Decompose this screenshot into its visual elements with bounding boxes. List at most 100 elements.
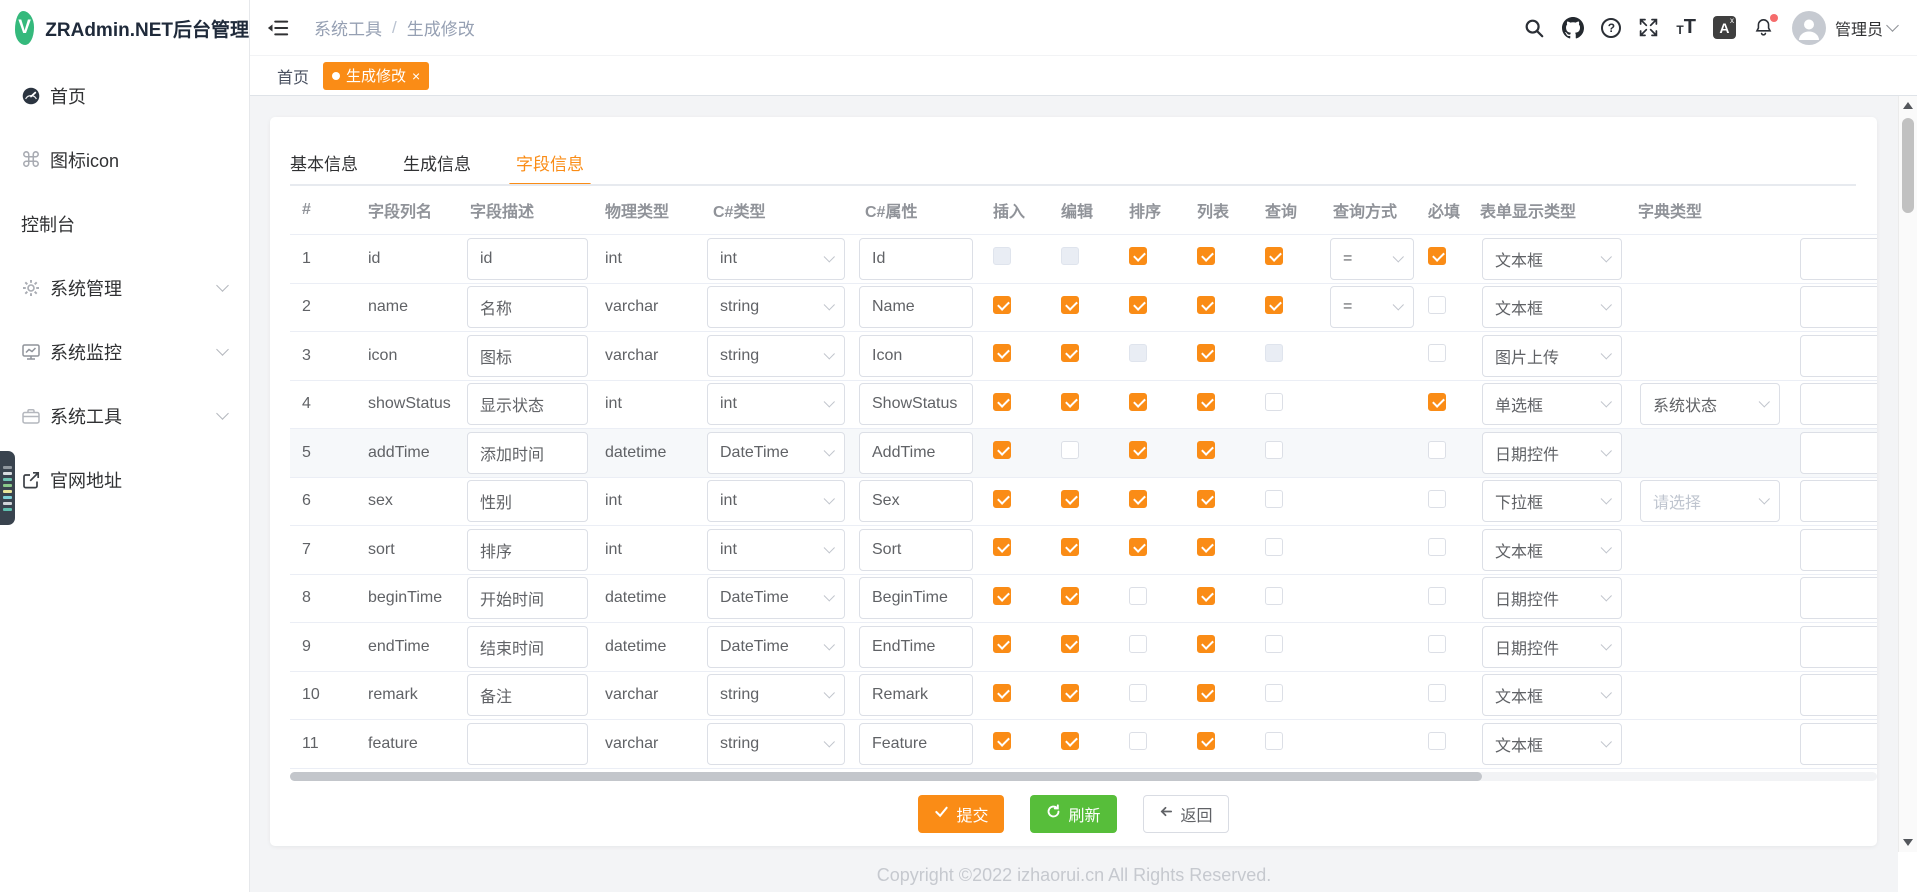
checkbox-required[interactable]: [1428, 587, 1446, 605]
checkbox-sort[interactable]: [1129, 538, 1147, 556]
csharp-type-select[interactable]: int: [707, 480, 845, 522]
checkbox-insert[interactable]: [993, 441, 1011, 459]
field-desc-input[interactable]: [467, 529, 588, 571]
csharp-type-select[interactable]: int: [707, 383, 845, 425]
csharp-prop-input[interactable]: [859, 383, 973, 425]
breadcrumb-item[interactable]: 系统工具: [314, 15, 382, 40]
checkbox-required[interactable]: [1428, 393, 1446, 411]
checkbox-edit[interactable]: [1061, 490, 1079, 508]
field-desc-input[interactable]: [467, 238, 588, 280]
sidebar-item-system-monitor[interactable]: 系统监控: [0, 320, 249, 384]
checkbox-edit[interactable]: [1061, 635, 1079, 653]
horizontal-scrollbar[interactable]: [290, 772, 1877, 781]
checkbox-insert[interactable]: [993, 635, 1011, 653]
checkbox-edit[interactable]: [1061, 538, 1079, 556]
checkbox-insert[interactable]: [993, 538, 1011, 556]
checkbox-insert[interactable]: [993, 393, 1011, 411]
csharp-prop-input[interactable]: [859, 432, 973, 474]
checkbox-insert[interactable]: [993, 490, 1011, 508]
checkbox-sort[interactable]: [1129, 296, 1147, 314]
tab-generate-info[interactable]: 生成信息: [403, 150, 471, 186]
display-type-select[interactable]: 文本框: [1482, 238, 1622, 280]
sidebar-item-console[interactable]: 控制台: [0, 192, 249, 256]
csharp-type-select[interactable]: DateTime: [707, 432, 845, 474]
refresh-button[interactable]: 刷新: [1030, 795, 1116, 833]
checkbox-insert[interactable]: [993, 684, 1011, 702]
checkbox-query[interactable]: [1265, 490, 1283, 508]
input-extra[interactable]: [1800, 529, 1877, 571]
checkbox-edit[interactable]: [1061, 732, 1079, 750]
checkbox-required[interactable]: [1428, 732, 1446, 750]
csharp-prop-input[interactable]: [859, 626, 973, 668]
dict-type-select[interactable]: 系统状态: [1640, 383, 1780, 425]
csharp-type-select[interactable]: string: [707, 286, 845, 328]
display-type-select[interactable]: 文本框: [1482, 286, 1622, 328]
checkbox-list[interactable]: [1197, 587, 1215, 605]
bell-icon[interactable]: [1753, 17, 1774, 38]
checkbox-required[interactable]: [1428, 538, 1446, 556]
display-type-select[interactable]: 单选框: [1482, 383, 1622, 425]
checkbox-list[interactable]: [1197, 538, 1215, 556]
csharp-prop-input[interactable]: [859, 723, 973, 765]
checkbox-sort[interactable]: [1129, 587, 1147, 605]
field-desc-input[interactable]: [467, 335, 588, 377]
input-extra[interactable]: [1800, 577, 1877, 619]
checkbox-query[interactable]: [1265, 296, 1283, 314]
field-desc-input[interactable]: [467, 480, 588, 522]
sidebar-fold-icon[interactable]: [267, 17, 289, 39]
field-desc-input[interactable]: [467, 674, 588, 716]
checkbox-query[interactable]: [1265, 587, 1283, 605]
checkbox-list[interactable]: [1197, 344, 1215, 362]
checkbox-query[interactable]: [1265, 441, 1283, 459]
submit-button[interactable]: 提交: [918, 795, 1004, 833]
field-desc-input[interactable]: [467, 286, 588, 328]
breadcrumb-item[interactable]: 生成修改: [407, 15, 475, 40]
display-type-select[interactable]: 下拉框: [1482, 480, 1622, 522]
checkbox-required[interactable]: [1428, 441, 1446, 459]
help-icon[interactable]: ?: [1601, 18, 1621, 38]
csharp-type-select[interactable]: int: [707, 529, 845, 571]
checkbox-list[interactable]: [1197, 247, 1215, 265]
checkbox-query[interactable]: [1265, 684, 1283, 702]
dict-type-select[interactable]: 请选择: [1640, 480, 1780, 522]
checkbox-edit[interactable]: [1061, 441, 1079, 459]
field-desc-input[interactable]: [467, 432, 588, 474]
tab-basic-info[interactable]: 基本信息: [290, 150, 358, 186]
vertical-scrollbar-thumb[interactable]: [1902, 118, 1914, 213]
checkbox-query[interactable]: [1265, 393, 1283, 411]
csharp-type-select[interactable]: int: [707, 238, 845, 280]
checkbox-required[interactable]: [1428, 635, 1446, 653]
font-size-icon[interactable]: TT: [1676, 19, 1696, 36]
translate-icon[interactable]: Ax: [1713, 16, 1736, 39]
input-extra[interactable]: [1800, 238, 1877, 280]
checkbox-insert[interactable]: [993, 587, 1011, 605]
checkbox-query[interactable]: [1265, 732, 1283, 750]
input-extra[interactable]: [1800, 432, 1877, 474]
field-desc-input[interactable]: [467, 723, 588, 765]
checkbox-list[interactable]: [1197, 732, 1215, 750]
avatar[interactable]: [1792, 11, 1826, 45]
tag-首页[interactable]: 首页: [277, 64, 309, 88]
checkbox-sort[interactable]: [1129, 635, 1147, 653]
csharp-prop-input[interactable]: [859, 238, 973, 280]
checkbox-edit[interactable]: [1061, 393, 1079, 411]
input-extra[interactable]: [1800, 480, 1877, 522]
checkbox-edit[interactable]: [1061, 587, 1079, 605]
vertical-scrollbar[interactable]: [1898, 96, 1917, 852]
checkbox-sort[interactable]: [1129, 684, 1147, 702]
checkbox-sort[interactable]: [1129, 393, 1147, 411]
checkbox-edit[interactable]: [1061, 684, 1079, 702]
checkbox-list[interactable]: [1197, 393, 1215, 411]
scroll-down-arrow-icon[interactable]: [1903, 839, 1913, 846]
csharp-type-select[interactable]: DateTime: [707, 577, 845, 619]
checkbox-sort[interactable]: [1129, 247, 1147, 265]
csharp-prop-input[interactable]: [859, 577, 973, 619]
sidebar-item-website[interactable]: 官网地址: [0, 448, 249, 512]
checkbox-list[interactable]: [1197, 490, 1215, 508]
input-extra[interactable]: [1800, 383, 1877, 425]
csharp-type-select[interactable]: string: [707, 674, 845, 716]
settings-drawer-handle[interactable]: [0, 451, 15, 525]
display-type-select[interactable]: 日期控件: [1482, 626, 1622, 668]
checkbox-required[interactable]: [1428, 296, 1446, 314]
github-icon[interactable]: [1562, 17, 1584, 39]
